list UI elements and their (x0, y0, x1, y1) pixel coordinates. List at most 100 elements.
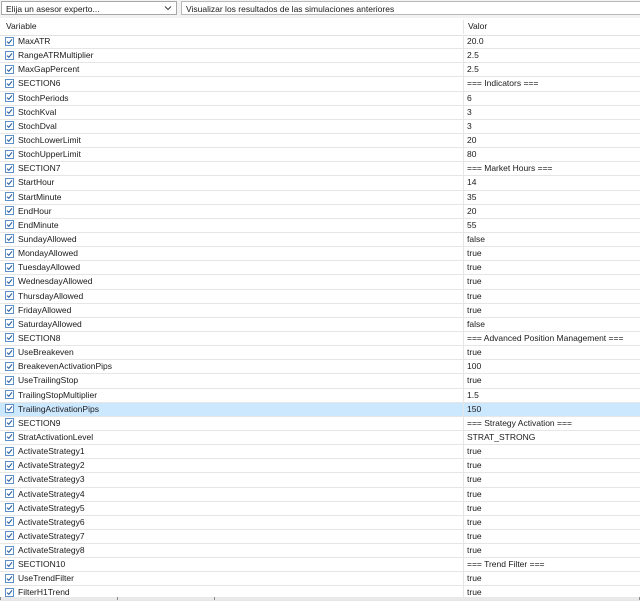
parameter-checkbox[interactable] (5, 361, 14, 371)
table-row[interactable]: ActivateStrategy8 true (0, 544, 640, 559)
parameter-value[interactable]: true (467, 572, 482, 586)
parameter-checkbox[interactable] (5, 474, 14, 484)
table-row[interactable]: EndHour 20 (0, 204, 640, 219)
table-row[interactable]: MaxATR 20.0 (0, 35, 640, 50)
table-row[interactable]: WednesdayAllowed true (0, 275, 640, 290)
parameter-value[interactable]: true (467, 346, 482, 360)
parameter-checkbox[interactable] (5, 135, 14, 145)
parameter-value[interactable]: true (467, 290, 482, 304)
parameter-checkbox[interactable] (5, 531, 14, 541)
table-row[interactable]: BreakevenActivationPips 100 (0, 360, 640, 375)
parameter-checkbox[interactable] (5, 517, 14, 527)
parameter-checkbox[interactable] (5, 404, 14, 414)
parameter-checkbox[interactable] (5, 319, 14, 329)
parameter-checkbox[interactable] (5, 206, 14, 216)
parameter-checkbox[interactable] (5, 347, 14, 357)
parameter-value[interactable]: === Market Hours === (467, 162, 553, 176)
parameter-checkbox[interactable] (5, 177, 14, 187)
parameter-value[interactable]: true (467, 459, 482, 473)
parameter-checkbox[interactable] (5, 276, 14, 286)
parameter-checkbox[interactable] (5, 390, 14, 400)
table-row[interactable]: StartHour 14 (0, 176, 640, 191)
column-header-value[interactable]: Valor (468, 18, 487, 35)
table-row[interactable]: ActivateStrategy7 true (0, 529, 640, 545)
parameter-checkbox[interactable] (5, 559, 14, 569)
parameter-checkbox[interactable] (5, 163, 14, 173)
column-divider[interactable] (463, 20, 464, 34)
parameter-value[interactable]: true (467, 275, 482, 289)
table-row[interactable]: MaxGapPercent 2.5 (0, 63, 640, 78)
table-row[interactable]: ActivateStrategy6 true (0, 515, 640, 530)
parameter-value[interactable]: 35 (467, 191, 476, 205)
parameter-checkbox[interactable] (5, 64, 14, 74)
table-row[interactable]: UseTrailingStop true (0, 374, 640, 389)
parameter-checkbox[interactable] (5, 503, 14, 513)
parameter-checkbox[interactable] (5, 587, 14, 597)
table-row[interactable]: ActivateStrategy3 true (0, 473, 640, 488)
table-row[interactable]: SECTION8 === Advanced Position Management… (0, 331, 640, 347)
parameter-checkbox[interactable] (5, 248, 14, 258)
parameter-value[interactable]: 20.0 (467, 35, 484, 49)
parameter-value[interactable]: STRAT_STRONG (467, 431, 535, 445)
table-row[interactable]: ThursdayAllowed true (0, 289, 640, 304)
column-header-variable[interactable]: Variable (6, 18, 37, 35)
parameter-value[interactable]: 2.5 (467, 49, 479, 63)
table-row[interactable]: UseBreakeven true (0, 346, 640, 361)
parameter-value[interactable]: === Strategy Activation === (467, 417, 572, 431)
parameter-value[interactable]: true (467, 544, 482, 558)
parameter-checkbox[interactable] (5, 573, 14, 583)
table-row[interactable]: SECTION6 === Indicators === (0, 77, 640, 92)
parameter-checkbox[interactable] (5, 305, 14, 315)
parameter-value[interactable]: 3 (467, 106, 472, 120)
parameter-checkbox[interactable] (5, 333, 14, 343)
parameter-value[interactable]: === Trend Filter === (467, 558, 545, 572)
expert-advisor-select[interactable]: Elija un asesor experto... (1, 1, 177, 15)
parameter-checkbox[interactable] (5, 375, 14, 385)
table-row[interactable]: ActivateStrategy1 true (0, 445, 640, 460)
parameter-value[interactable]: 2.5 (467, 63, 479, 77)
table-row[interactable]: EndMinute 55 (0, 218, 640, 233)
parameter-value[interactable]: 55 (467, 219, 476, 233)
table-row[interactable]: RangeATRMultiplier 2.5 (0, 49, 640, 64)
table-row[interactable]: TuesdayAllowed true (0, 261, 640, 276)
parameter-checkbox[interactable] (5, 446, 14, 456)
parameter-checkbox[interactable] (5, 121, 14, 131)
parameter-value[interactable]: 3 (467, 120, 472, 134)
table-row[interactable]: TrailingActivationPips 150 (0, 402, 640, 417)
previous-results-button[interactable]: Visualizar los resultados de las simulac… (181, 1, 640, 15)
parameter-value[interactable]: true (467, 304, 482, 318)
parameter-checkbox[interactable] (5, 460, 14, 470)
table-row[interactable]: SundayAllowed false (0, 232, 640, 248)
parameter-checkbox[interactable] (5, 36, 14, 46)
table-row[interactable]: StochUpperLimit 80 (0, 148, 640, 163)
parameter-value[interactable]: 6 (467, 92, 472, 106)
parameter-value[interactable]: 1.5 (467, 389, 479, 403)
parameter-value[interactable]: true (467, 502, 482, 516)
table-row[interactable]: ActivateStrategy5 true (0, 501, 640, 516)
parameter-value[interactable]: false (467, 318, 485, 332)
table-row[interactable]: ActivateStrategy4 true (0, 487, 640, 502)
parameter-value[interactable]: 20 (467, 134, 476, 148)
parameter-value[interactable]: true (467, 261, 482, 275)
parameter-checkbox[interactable] (5, 418, 14, 428)
table-row[interactable]: FridayAllowed true (0, 303, 640, 318)
table-row[interactable]: StartMinute 35 (0, 190, 640, 205)
table-row[interactable]: StochKval 3 (0, 105, 640, 120)
parameter-checkbox[interactable] (5, 432, 14, 442)
parameter-checkbox[interactable] (5, 78, 14, 88)
parameter-value[interactable]: === Advanced Position Management === (467, 332, 623, 346)
table-row[interactable]: ActivateStrategy2 true (0, 459, 640, 474)
table-row[interactable]: SECTION7 === Market Hours === (0, 162, 640, 177)
parameter-value[interactable]: true (467, 516, 482, 530)
parameter-value[interactable]: 20 (467, 205, 476, 219)
parameter-checkbox[interactable] (5, 220, 14, 230)
table-row[interactable]: StochDval 3 (0, 119, 640, 134)
parameter-value[interactable]: 100 (467, 360, 481, 374)
parameter-checkbox[interactable] (5, 234, 14, 244)
parameter-checkbox[interactable] (5, 489, 14, 498)
parameter-value[interactable]: true (467, 445, 482, 459)
parameter-value[interactable]: true (467, 247, 482, 261)
table-row[interactable]: TrailingStopMultiplier 1.5 (0, 388, 640, 403)
table-row[interactable]: StratActivationLevel STRAT_STRONG (0, 430, 640, 446)
parameter-value[interactable]: === Indicators === (467, 77, 538, 91)
